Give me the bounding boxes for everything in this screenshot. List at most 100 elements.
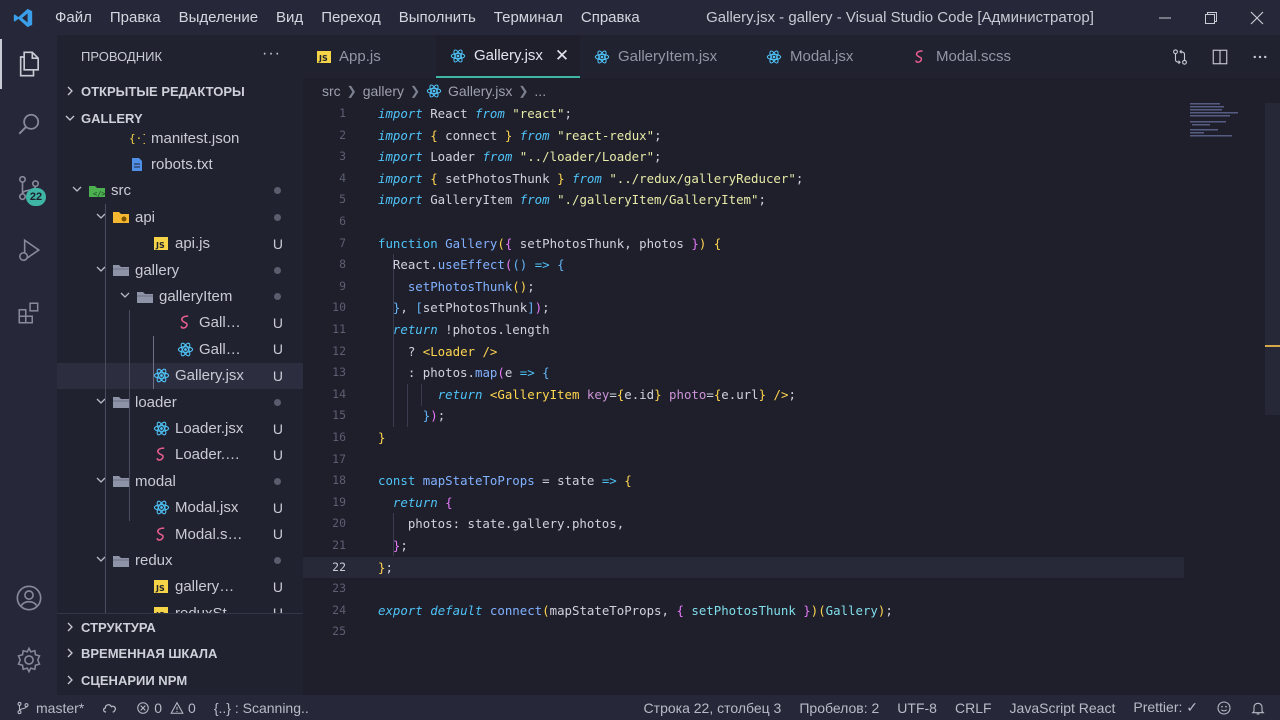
react-icon <box>594 49 610 65</box>
accounts-activity[interactable] <box>0 573 57 623</box>
notifications-button[interactable] <box>1241 700 1280 716</box>
code-line: 5 import GalleryItem from "./galleryItem/… <box>303 189 1263 211</box>
outline-section[interactable]: СТРУКТУРА <box>57 614 303 641</box>
tree-file[interactable]: Loader.jsx U <box>57 415 303 441</box>
menu-run[interactable]: Выполнить <box>390 0 485 35</box>
open-editors-section[interactable]: ОТКРЫТЫЕ РЕДАКТОРЫ <box>57 78 303 105</box>
problems-status[interactable]: 0 0 <box>127 700 205 716</box>
run-debug-activity[interactable] <box>0 225 57 275</box>
close-window-button[interactable] <box>1234 0 1280 35</box>
more-editor-actions-button[interactable] <box>1240 48 1280 66</box>
tree-file[interactable]: GallaryIt... U <box>57 310 303 336</box>
tab-galleryitem-jsx[interactable]: GalleryItem.jsx <box>580 35 752 78</box>
code-line: 15 }); <box>303 405 1263 427</box>
branch-status[interactable]: master* <box>0 700 93 716</box>
tree-folder[interactable]: </> src <box>57 178 303 204</box>
tree-folder[interactable]: modal <box>57 468 303 494</box>
tree-indent-guide <box>129 309 130 521</box>
minimap-preview <box>1190 103 1238 137</box>
json-icon: {·} <box>125 133 149 145</box>
code-text: photos: state.gallery.photos, <box>378 516 625 532</box>
tree-folder[interactable]: loader <box>57 389 303 415</box>
scss-icon <box>149 446 173 463</box>
tab-modal-jsx[interactable]: Modal.jsx <box>752 35 898 78</box>
breadcrumb-file[interactable]: Gallery.jsx <box>448 83 512 99</box>
tab-app-js[interactable]: JS App.js <box>303 35 436 78</box>
window-title: Gallery.jsx - gallery - Visual Studio Co… <box>706 9 1094 26</box>
tree-file[interactable]: Modal.jsx U <box>57 495 303 521</box>
explorer-sidebar: ПРОВОДНИК ··· ОТКРЫТЫЕ РЕДАКТОРЫ GALLERY… <box>57 35 303 695</box>
chevron-right-icon <box>65 620 81 635</box>
explorer-activity[interactable] <box>0 39 57 89</box>
tab-modal-scss[interactable]: Modal.scss <box>898 35 1038 78</box>
menu-view[interactable]: Вид <box>267 0 312 35</box>
workspace-folder-label: GALLERY <box>81 111 143 126</box>
menu-help[interactable]: Справка <box>572 0 649 35</box>
line-number: 19 <box>332 494 346 509</box>
menu-terminal[interactable]: Терминал <box>485 0 572 35</box>
npm-scripts-section[interactable]: СЦЕНАРИИ NPM <box>57 667 303 694</box>
folder-icon <box>133 290 157 304</box>
language-mode[interactable]: JavaScript React <box>1001 700 1125 716</box>
sync-button[interactable] <box>93 701 127 715</box>
code-line: 2 import { connect } from "react-redux"; <box>303 125 1263 147</box>
tree-file[interactable]: robots.txt <box>57 151 303 177</box>
split-editor-button[interactable] <box>1200 48 1240 66</box>
encoding-status[interactable]: UTF-8 <box>888 700 946 716</box>
code-editor[interactable]: 1 import React from "react"; 2 import { con… <box>303 103 1280 695</box>
manage-activity[interactable] <box>0 635 57 685</box>
code-text: } <box>378 430 386 445</box>
code-text: import { connect } from "react-redux"; <box>378 127 662 143</box>
breadcrumb-gallery[interactable]: gallery <box>363 83 404 99</box>
minimize-button[interactable] <box>1142 0 1188 35</box>
tree-file[interactable]: JSreduxStore.jsU <box>57 600 303 613</box>
tree-file[interactable]: GalleryIt... U <box>57 336 303 362</box>
scanning-status[interactable]: {..} : Scanning.. <box>205 700 318 716</box>
tab-label: GalleryItem.jsx <box>618 48 718 65</box>
tree-file[interactable]: Loader.scss U <box>57 442 303 468</box>
feedback-button[interactable] <box>1207 700 1241 716</box>
code-line: 3 import Loader from "../loader/Loader"; <box>303 146 1263 168</box>
code-line: 16} <box>303 427 1263 449</box>
menu-go[interactable]: Переход <box>312 0 390 35</box>
eol-status[interactable]: CRLF <box>946 700 1001 716</box>
tree-file[interactable]: Gallery.jsx U <box>57 362 303 389</box>
workspace-folder-section[interactable]: GALLERY <box>57 105 303 132</box>
tree-file[interactable]: JS galleryRedu... U <box>57 574 303 600</box>
tree-folder[interactable]: redux <box>57 547 303 573</box>
close-tab-button[interactable]: ✕ <box>555 46 569 66</box>
tab-label: App.js <box>339 48 381 65</box>
restore-button[interactable] <box>1188 0 1234 35</box>
menu-file[interactable]: Файл <box>46 0 101 35</box>
prettier-status[interactable]: Prettier: ✓ <box>1124 699 1207 716</box>
tree-item-label: modal <box>135 472 176 490</box>
tree-file[interactable]: {·} manifest.json <box>57 133 303 151</box>
tab-gallery-jsx[interactable]: Gallery.jsx ✕ <box>436 35 580 78</box>
tree-file[interactable]: JS api.js U <box>57 231 303 257</box>
extensions-activity[interactable] <box>0 288 57 338</box>
code-line: 21 }; <box>303 535 1263 557</box>
tree-file[interactable]: Modal.scss U <box>57 521 303 547</box>
tree-folder[interactable]: gallery <box>57 257 303 283</box>
line-number: 18 <box>332 473 346 488</box>
breadcrumb-symbol[interactable]: ... <box>534 83 546 99</box>
search-activity[interactable] <box>0 99 57 149</box>
tree-folder[interactable]: galleryItem <box>57 283 303 309</box>
indentation-status[interactable]: Пробелов: 2 <box>790 700 888 716</box>
editor-scrollbar[interactable] <box>1265 103 1280 415</box>
menu-selection[interactable]: Выделение <box>170 0 267 35</box>
timeline-section[interactable]: ВРЕМЕННАЯ ШКАЛА <box>57 641 303 668</box>
minimap[interactable] <box>1188 103 1268 143</box>
git-status-badge: U <box>272 341 283 358</box>
open-changes-button[interactable] <box>1160 48 1200 66</box>
tree-folder[interactable]: api <box>57 204 303 230</box>
cursor-position[interactable]: Строка 22, столбец 3 <box>635 700 791 716</box>
more-actions-button[interactable]: ··· <box>262 45 281 63</box>
code-text: import Loader from "../loader/Loader"; <box>378 149 662 165</box>
breadcrumb-src[interactable]: src <box>322 83 341 99</box>
line-number: 11 <box>332 322 346 336</box>
menu-edit[interactable]: Правка <box>101 0 170 35</box>
chevron-down-icon <box>69 184 85 197</box>
source-control-activity[interactable] <box>0 163 57 213</box>
modified-dot <box>274 293 281 301</box>
